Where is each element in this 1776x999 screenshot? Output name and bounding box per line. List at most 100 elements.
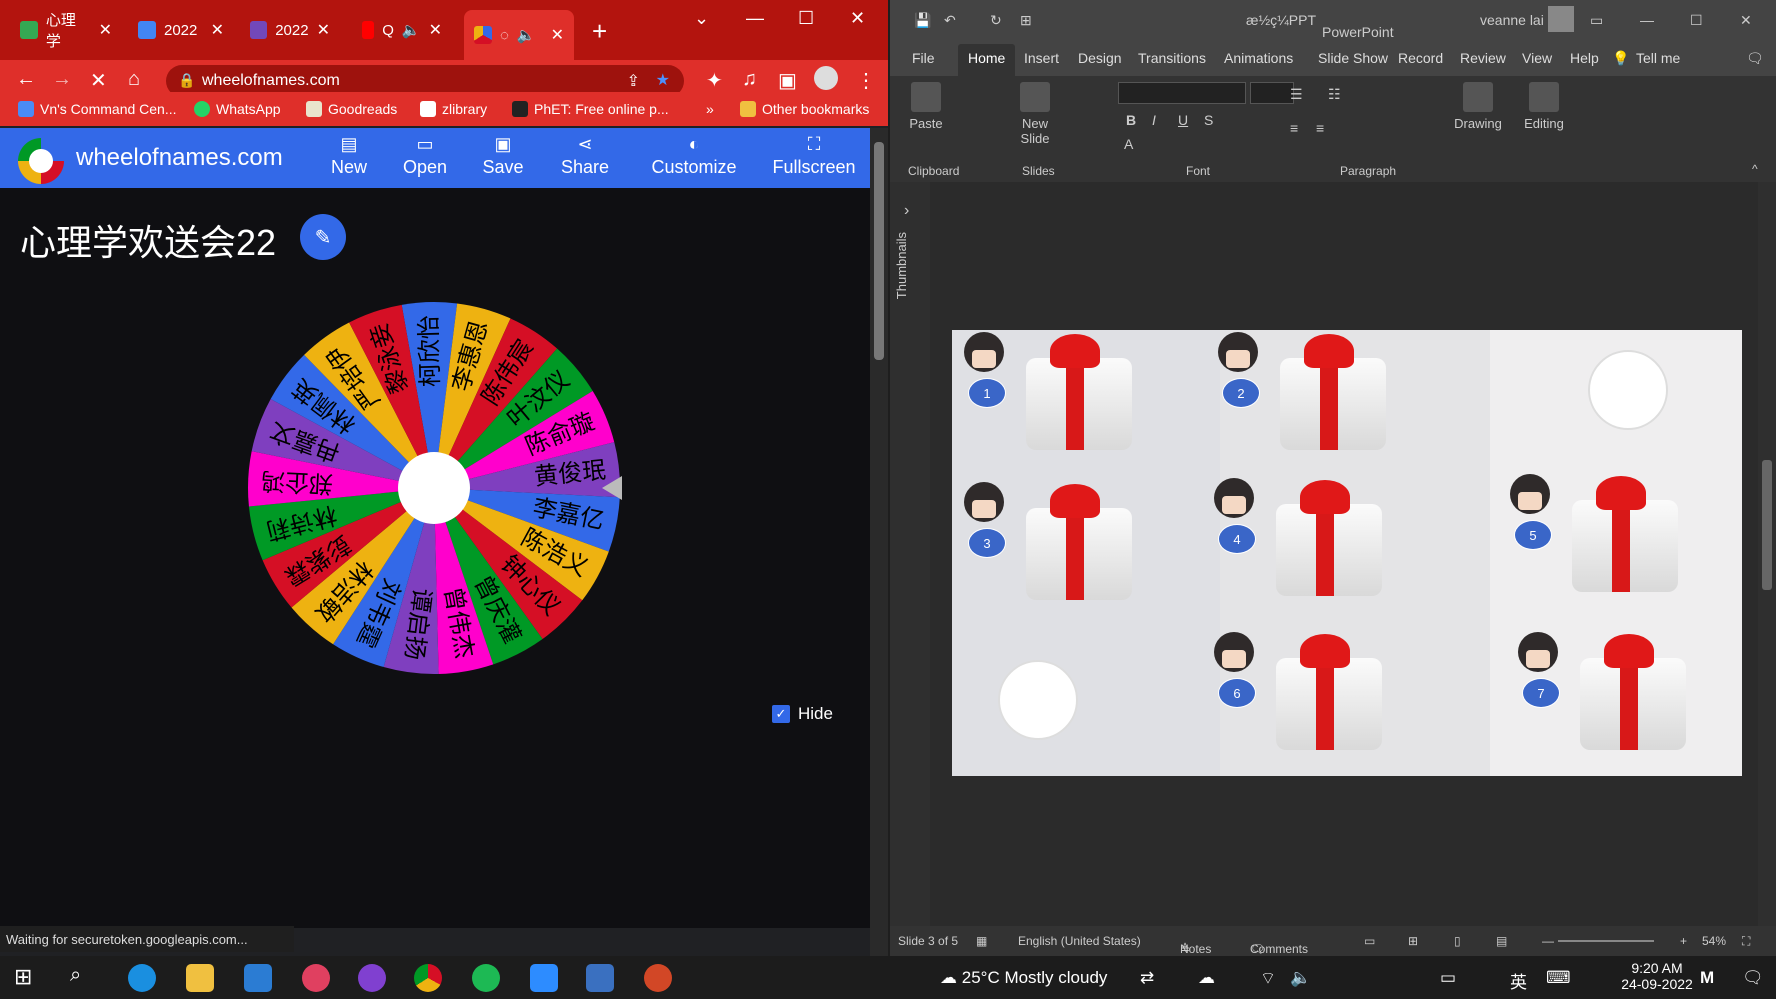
tab-0[interactable]: 心理学 ✕: [10, 10, 122, 50]
file-explorer-icon[interactable]: [186, 964, 214, 992]
tab-4-active[interactable]: ◌ 🔈 ✕: [464, 10, 574, 60]
zoom-slider[interactable]: [1558, 940, 1654, 942]
customize-button[interactable]: ◐ Customize: [644, 134, 744, 178]
fullscreen-button[interactable]: ⛶ Fullscreen: [764, 134, 864, 178]
volume-icon[interactable]: 🔈: [1290, 968, 1311, 988]
collapse-ribbon-icon[interactable]: ^: [1752, 162, 1758, 176]
app-icon[interactable]: [302, 964, 330, 992]
gift-box[interactable]: [1558, 476, 1678, 592]
bookmark-0[interactable]: Vn's Command Cen...: [18, 101, 177, 117]
paste-button[interactable]: Paste: [906, 82, 946, 131]
close-window-icon[interactable]: ✕: [850, 8, 865, 29]
shadow-icon[interactable]: S: [1204, 112, 1213, 128]
system-clock[interactable]: 9:20 AM 24-09-2022: [1617, 960, 1697, 992]
tab-help[interactable]: Help: [1570, 50, 1599, 66]
spotify-icon[interactable]: [472, 964, 500, 992]
reading-view-icon[interactable]: ▯: [1454, 934, 1461, 948]
chevron-right-icon[interactable]: ›: [904, 202, 909, 220]
stop-icon[interactable]: ✕: [90, 68, 107, 93]
zoom-out-icon[interactable]: —: [1542, 934, 1554, 948]
name-wheel[interactable]: 柯欣怡 李惠恩陈伟宸叶汶仪陈俞璇黄俊珉李嘉亿陈浩义钟心仪曾庆灌曾伟杰谭启扬刘韦霆林…: [244, 298, 624, 678]
slide-canvas[interactable]: 1 2 3 4 5 6 7: [952, 330, 1742, 776]
gift-box[interactable]: [1262, 634, 1382, 750]
font-color-icon[interactable]: A: [1124, 136, 1133, 152]
app-tray-icon[interactable]: M: [1700, 968, 1714, 988]
gift-box[interactable]: [1266, 334, 1386, 450]
site-name[interactable]: wheelofnames.com: [76, 144, 283, 172]
hide-checkbox[interactable]: ✓ Hide: [772, 704, 833, 724]
zoom-icon[interactable]: [530, 964, 558, 992]
media-icon[interactable]: ♫: [742, 68, 757, 91]
home-icon[interactable]: ⌂: [128, 68, 140, 91]
tab-insert[interactable]: Insert: [1024, 50, 1059, 66]
bookmark-2[interactable]: Goodreads: [306, 101, 397, 117]
open-button[interactable]: ▭ Open: [380, 134, 470, 178]
close-icon[interactable]: ✕: [211, 20, 224, 40]
keyboard-icon[interactable]: ⌨: [1546, 968, 1571, 988]
undo-icon[interactable]: ↶: [944, 12, 956, 29]
slide-sorter-icon[interactable]: ⊞: [1408, 934, 1418, 948]
maximize-icon[interactable]: ☐: [1690, 12, 1703, 29]
edge-icon[interactable]: [128, 964, 156, 992]
maximize-icon[interactable]: ☐: [798, 8, 814, 29]
tab-home[interactable]: Home: [958, 44, 1016, 76]
wheel-center[interactable]: [398, 452, 470, 524]
sidepanel-icon[interactable]: ▣: [778, 68, 797, 93]
gift-box[interactable]: [1566, 634, 1686, 750]
page-scrollbar[interactable]: [870, 128, 888, 956]
minimize-icon[interactable]: —: [746, 8, 764, 29]
forward-icon[interactable]: →: [52, 68, 72, 91]
thumbnails-pane[interactable]: › Thumbnails: [890, 182, 930, 926]
italic-icon[interactable]: I: [1152, 112, 1156, 128]
zoom-level[interactable]: 54%: [1702, 934, 1726, 948]
new-slide-button[interactable]: New Slide: [1010, 82, 1060, 146]
todo-icon[interactable]: [244, 964, 272, 992]
powerpoint-icon[interactable]: [644, 964, 672, 992]
font-name-select[interactable]: [1118, 82, 1246, 104]
bullets-icon[interactable]: ☰: [1290, 86, 1303, 103]
minimize-icon[interactable]: —: [1640, 12, 1654, 28]
tab-3[interactable]: Q 🔈 ✕: [352, 10, 452, 50]
align-center-icon[interactable]: ≡: [1316, 120, 1324, 136]
bookmark-3[interactable]: zlibrary: [420, 101, 487, 117]
numbering-icon[interactable]: ☷: [1328, 86, 1341, 103]
tab-transitions[interactable]: Transitions: [1138, 50, 1206, 66]
drawing-button[interactable]: Drawing: [1450, 82, 1506, 131]
network-icon[interactable]: ⇄: [1140, 968, 1154, 988]
user-avatar[interactable]: [1548, 6, 1574, 32]
tab-file[interactable]: File: [912, 50, 935, 66]
tab-1[interactable]: 2022 ✕: [128, 10, 234, 50]
bookmark-4[interactable]: PhET: Free online p...: [512, 101, 669, 117]
search-icon[interactable]: ⌕: [70, 964, 98, 992]
menu-icon[interactable]: ⋮: [856, 68, 876, 93]
save-icon[interactable]: 💾: [914, 12, 931, 29]
font-size-select[interactable]: [1250, 82, 1294, 104]
gift-box[interactable]: [1012, 484, 1132, 600]
accessibility-icon[interactable]: ▦: [976, 934, 987, 948]
windows-start-icon[interactable]: ⊞: [14, 964, 42, 992]
scroll-thumb[interactable]: [874, 142, 884, 360]
star-icon[interactable]: ★: [656, 70, 670, 90]
bold-icon[interactable]: B: [1126, 112, 1136, 128]
comment-icon[interactable]: 🗨: [1746, 50, 1764, 67]
share-icon[interactable]: ⇪: [627, 71, 640, 91]
zoom-in-icon[interactable]: +: [1680, 934, 1687, 948]
avatar[interactable]: [814, 66, 838, 90]
extensions-icon[interactable]: ✦: [706, 68, 723, 93]
ribbon-display-icon[interactable]: ▭: [1590, 12, 1603, 29]
close-icon[interactable]: ✕: [317, 20, 330, 40]
close-icon[interactable]: ✕: [99, 20, 112, 40]
close-icon[interactable]: ✕: [551, 25, 564, 45]
tab-animations[interactable]: Animations: [1224, 50, 1293, 66]
tab-view[interactable]: View: [1522, 50, 1552, 66]
chevron-down-icon[interactable]: ⌄: [694, 8, 709, 29]
scroll-thumb[interactable]: [1762, 460, 1772, 590]
normal-view-icon[interactable]: ▭: [1364, 934, 1375, 948]
align-left-icon[interactable]: ≡: [1290, 120, 1298, 136]
edit-title-button[interactable]: ✎: [300, 214, 346, 260]
fit-slide-icon[interactable]: ⛶: [1742, 934, 1750, 949]
tab-review[interactable]: Review: [1460, 50, 1506, 66]
other-bookmarks[interactable]: Other bookmarks: [740, 101, 869, 117]
slide-scrollbar[interactable]: [1758, 182, 1776, 926]
close-window-icon[interactable]: ✕: [1740, 12, 1752, 29]
